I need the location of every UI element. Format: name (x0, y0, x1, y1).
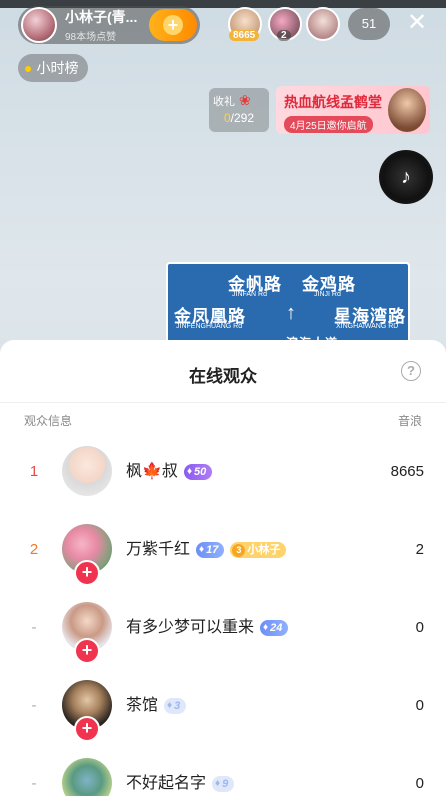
audience-row[interactable]: 1 枫🍁叔 ♦ 50 8665 (0, 442, 446, 502)
top-viewer-1-count: 8665 (229, 30, 260, 41)
sign-text: JINFENGHUANG Rd (176, 323, 243, 330)
gem-icon: ♦ (186, 466, 193, 477)
sound-wave-score: 0 (415, 697, 424, 714)
gem-icon: ♦ (199, 544, 205, 555)
hour-rank-button[interactable]: ● 小时榜 (18, 54, 89, 82)
level-badge: ♦ 9 (212, 776, 235, 792)
audience-name: 有多少梦可以重来 (126, 619, 255, 636)
close-icon[interactable]: ✕ (402, 8, 432, 38)
host-info-chip[interactable]: 小林子(青... 98本场点赞 + (18, 6, 200, 44)
gem-icon: ♦ (215, 778, 221, 789)
flame-icon: ● (24, 60, 33, 76)
audience-name: 枫🍁叔 (126, 463, 178, 480)
sign-text: JINJI Rd (314, 291, 341, 298)
sound-wave-score: 8665 (390, 463, 424, 480)
sound-wave-score: 2 (415, 541, 424, 558)
gift-label: 收礼 (213, 95, 235, 108)
audience-row[interactable]: 2 + 万紫千红 ♦ 17 3 小林子 2 (0, 520, 446, 586)
audience-row[interactable]: - + 有多少梦可以重来 ♦ 24 0 (0, 598, 446, 664)
sign-text: XINGHAIWANG RD (336, 323, 399, 330)
avatar[interactable] (62, 446, 112, 496)
level-value: 24 (270, 622, 283, 634)
level-value: 17 (206, 544, 219, 556)
top-viewer-2-count: 2 (277, 30, 291, 41)
audience-row[interactable]: - 不好起名字 ♦ 9 0 (0, 754, 446, 796)
fan-level: 3 (232, 543, 246, 557)
level-badge: ♦ 17 (196, 542, 225, 558)
gift-receive-panel[interactable]: 收礼 ❀ 0/292 (209, 88, 269, 132)
promo-banner[interactable]: 热血航线孟鹤堂 4月25日邀你启航 (276, 86, 430, 134)
road-sign: 金帆路 JINFAN Rd 金鸡路 JINJI Rd 金凤凰路 JINFENGH… (166, 262, 410, 352)
gift-total: /292 (230, 111, 255, 125)
help-icon[interactable]: ? (401, 361, 421, 381)
audience-name: 万紫千红 (126, 541, 191, 558)
column-header-sound-wave: 音浪 (397, 414, 422, 428)
promo-subtitle: 4月25日邀你启航 (284, 116, 373, 133)
gem-icon: ♦ (167, 700, 173, 711)
audience-name: 茶馆 (126, 697, 159, 714)
audience-name-group: 枫🍁叔 ♦ 50 (126, 442, 213, 502)
host-likes: 98本场点赞 (65, 32, 117, 43)
gift-current: 0 (223, 111, 231, 125)
audience-name-group: 万紫千红 ♦ 17 3 小林子 (126, 520, 287, 580)
plus-icon: + (163, 15, 183, 35)
promo-portrait (388, 88, 426, 132)
follow-plus-button[interactable]: + (74, 638, 100, 664)
fan-club-name: 小林子 (247, 544, 281, 556)
audience-name-group: 茶馆 ♦ 3 (126, 676, 187, 736)
follow-host-button[interactable]: + (149, 9, 197, 41)
fan-club-badge: 3 小林子 (230, 542, 287, 558)
follow-plus-button[interactable]: + (74, 560, 100, 586)
host-name: 小林子(青... (65, 9, 138, 25)
avatar[interactable] (62, 758, 112, 796)
rank-number: 2 (29, 541, 39, 558)
online-audience-sheet: 在线观众 ? 观众信息 音浪 1 枫🍁叔 ♦ 50 8665 2 + 万紫千红 … (0, 340, 446, 796)
sign-arrow: ↑ (286, 302, 297, 324)
rose-icon: ❀ (239, 92, 251, 108)
sound-wave-score: 0 (415, 619, 424, 636)
host-avatar[interactable] (21, 7, 57, 43)
sound-wave-score: 0 (415, 775, 424, 792)
level-value: 50 (194, 466, 207, 478)
rank-number: - (31, 619, 37, 636)
online-viewer-count-button[interactable]: 51 (348, 8, 390, 40)
audience-row[interactable]: - + 茶馆 ♦ 3 0 (0, 676, 446, 742)
rank-number: 1 (29, 463, 39, 480)
audience-name: 不好起名字 (126, 775, 207, 792)
gem-icon: ♦ (263, 622, 269, 633)
sign-text: JINFAN Rd (232, 291, 268, 298)
level-badge: ♦ 24 (260, 620, 289, 636)
column-header-audience-info: 观众信息 (24, 414, 73, 428)
level-value: 9 (222, 778, 229, 790)
divider (0, 402, 446, 403)
rank-number: - (31, 775, 37, 792)
audience-name-group: 不好起名字 ♦ 9 (126, 754, 235, 796)
rank-number: - (31, 697, 37, 714)
hour-rank-label: 小时榜 (36, 60, 79, 76)
top-viewer-avatar-3[interactable] (306, 7, 340, 41)
music-note-icon: ♪ (401, 165, 411, 188)
sheet-title: 在线观众 (189, 367, 257, 386)
follow-plus-button[interactable]: + (74, 716, 100, 742)
level-badge: ♦ 50 (183, 464, 213, 480)
host-text: 小林子(青... 98本场点赞 (65, 7, 145, 43)
music-disc-button[interactable]: ♪ (379, 150, 433, 204)
level-badge: ♦ 3 (164, 698, 187, 714)
level-value: 3 (174, 700, 181, 712)
audience-name-group: 有多少梦可以重来 ♦ 24 (126, 598, 289, 658)
